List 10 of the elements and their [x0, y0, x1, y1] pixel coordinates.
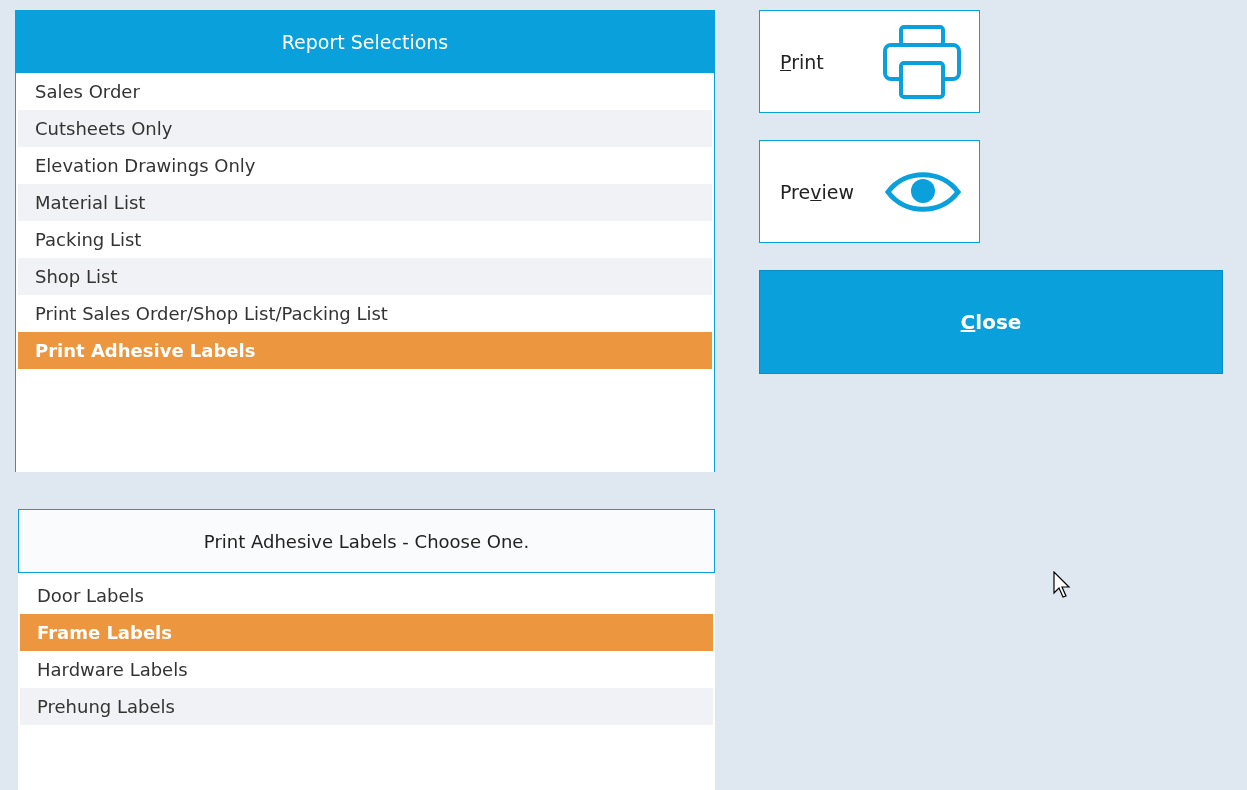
panel-title: Report Selections: [16, 11, 714, 73]
list-item[interactable]: Shop List: [18, 258, 712, 295]
panel-title: Print Adhesive Labels - Choose One.: [18, 509, 715, 573]
print-button[interactable]: Print: [759, 10, 980, 113]
preview-button[interactable]: Preview: [759, 140, 980, 243]
printer-icon: [883, 24, 961, 99]
list-item[interactable]: Prehung Labels: [20, 688, 713, 725]
mouse-pointer-icon: [1053, 571, 1071, 599]
list-item[interactable]: Cutsheets Only: [18, 110, 712, 147]
list-item[interactable]: Material List: [18, 184, 712, 221]
